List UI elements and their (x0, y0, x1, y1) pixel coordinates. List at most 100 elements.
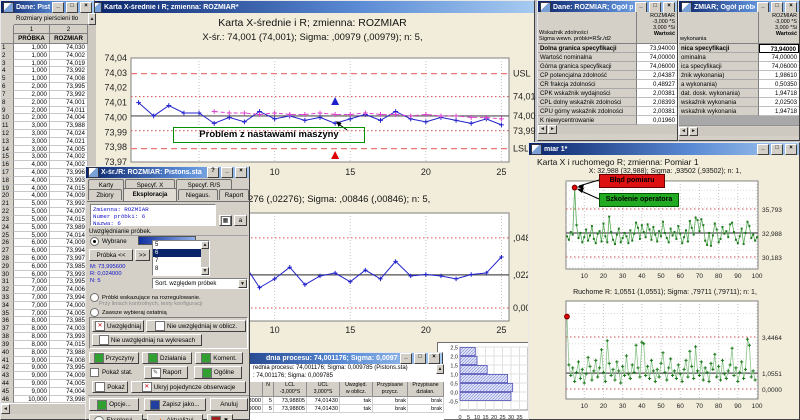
cell[interactable]: 2,000 (14, 83, 50, 91)
tab-eksploracja[interactable]: Eksploracja (123, 188, 177, 201)
cell[interactable]: 73,992 (50, 67, 88, 75)
table-row[interactable]: 51,00074,008 (1, 75, 88, 83)
cell[interactable]: 23 (1, 216, 14, 224)
data-window-titlebar[interactable]: Dane: Pistons.sta _ □ × (1, 1, 94, 13)
scroll-up-icon[interactable]: ▲ (436, 364, 444, 374)
indicator-row[interactable]: K niewycentrowanie0,01960 (538, 116, 677, 125)
process-col-header[interactable]: Przypisanedziałan. (408, 382, 444, 397)
data-table-body[interactable]: 11,00074,03021,00074,00231,00074,01941,0… (1, 44, 88, 404)
process-cell[interactable]: tak (340, 397, 373, 405)
probka-button[interactable]: Próbka << (89, 249, 133, 261)
indicator-row[interactable]: CPU górny wskaźnik zdolności2,00381 (538, 107, 677, 116)
table-row[interactable]: 245,00073,989 (1, 224, 88, 232)
indicator-value[interactable]: 2,00381 (637, 89, 677, 98)
process-cell[interactable]: 5 (263, 405, 274, 413)
sort-dropdown[interactable]: Sort. względem próbek ▼ (152, 278, 248, 289)
indicator-value[interactable]: 74,00000 (637, 53, 677, 62)
maximize-button[interactable]: □ (414, 353, 426, 364)
cell[interactable]: 2,000 (14, 99, 50, 107)
minimize-button[interactable]: _ (757, 2, 769, 13)
minimize-button[interactable]: _ (52, 2, 64, 13)
help-button[interactable]: ? (207, 167, 219, 178)
table-row[interactable]: 133,00074,021 (1, 138, 88, 146)
cap-right-hscrollbar[interactable]: ◄ ► (679, 127, 799, 136)
cell[interactable]: 73,994 (50, 294, 88, 302)
cell[interactable]: 9,000 (14, 380, 50, 388)
cell[interactable]: 74,002 (50, 161, 88, 169)
table-row[interactable]: 41,00073,992 (1, 67, 88, 75)
cell[interactable]: 4,000 (14, 192, 50, 200)
table-row[interactable]: 378,00074,003 (1, 325, 88, 333)
table-row[interactable]: 184,00073,993 (1, 177, 88, 185)
cell[interactable]: 5 (1, 75, 14, 83)
col-number-2[interactable]: 2 (50, 25, 88, 34)
cell[interactable]: 25 (1, 232, 14, 240)
tab-niegaus[interactable]: Niegaus. (178, 189, 218, 200)
cell[interactable]: 73,985 (50, 263, 88, 271)
cell[interactable]: 5,000 (14, 208, 50, 216)
window-capability-histogram[interactable]: 051015202530352,52,01,51,00,50,0-0,5 (437, 342, 530, 420)
cell[interactable]: 9,000 (14, 388, 50, 396)
cell[interactable]: 73,988 (50, 122, 88, 130)
table-row[interactable]: 286,00073,997 (1, 255, 88, 263)
maximize-button[interactable]: □ (771, 2, 783, 13)
indicator-value[interactable]: 0,01960 (637, 116, 677, 125)
cell[interactable]: 4 (1, 67, 14, 75)
scroll-right-icon[interactable]: ► (548, 125, 557, 134)
cell[interactable]: 4,000 (14, 161, 50, 169)
ukryj-button[interactable]: ✕ Ukryj pojedyncze obserwacje (131, 381, 246, 393)
indicator-value[interactable]: 2,08393 (637, 98, 677, 107)
indicator-row[interactable]: CPK wskaźnik wydajności2,00381 (538, 89, 677, 98)
indicator-value[interactable]: 74,06000 (637, 62, 677, 71)
tab-raport[interactable]: Raport (219, 189, 249, 200)
cell[interactable]: 43 (1, 372, 14, 380)
dialog-xbar-r[interactable]: X-śr./R: ROZMIAR: Pistons.sta ? _ × Kart… (85, 166, 250, 420)
cell[interactable]: 10,000 (14, 396, 50, 404)
close-button[interactable]: × (663, 2, 675, 13)
cell[interactable]: 1,000 (14, 67, 50, 75)
process-cell[interactable]: brak (373, 405, 408, 413)
scroll-left-icon[interactable]: ◄ (679, 127, 688, 136)
table-row[interactable]: 143,00074,005 (1, 146, 88, 154)
uwzgledniaj-button[interactable]: ✕ Uwzględniaj (92, 320, 144, 332)
process-cell[interactable]: 74,01430 (307, 405, 340, 413)
sample-list[interactable]: 5678 ▲ ▼ (152, 240, 210, 276)
cell[interactable]: 41 (1, 357, 14, 365)
cell[interactable]: 74,007 (50, 208, 88, 216)
close-button[interactable]: × (428, 353, 440, 364)
process-cell[interactable]: brak (373, 397, 408, 405)
indicator-value[interactable]: 1,94718 (759, 89, 799, 98)
table-row[interactable]: 4610,00073,998 (1, 396, 88, 404)
indicator-row[interactable]: wskaźnik wykonania2,02503 (679, 98, 799, 107)
window-individuals-mr-chart[interactable]: miar 1* _ □ × Karta X i ruchomego R; zmi… (528, 142, 800, 420)
indicator-row[interactable]: Górna granica specyfikacji74,06000 (538, 62, 677, 71)
graph-dropdown-button[interactable]: ▼ (207, 414, 233, 420)
minimize-button[interactable]: _ (400, 353, 412, 364)
col-name-rozmiar[interactable]: ROZMIAR (50, 34, 88, 44)
indicator-row[interactable]: CP potencjalna zdolność2,04387 (538, 71, 677, 80)
table-row[interactable]: 215,00073,992 (1, 200, 88, 208)
window-capability-left[interactable]: Dane: ROZMIAR; Ogół próbek (dosy _ □ × W… (537, 0, 678, 141)
table-row[interactable]: 225,00074,007 (1, 208, 88, 216)
cell[interactable]: 73,992 (50, 200, 88, 208)
process-col-header[interactable]: LCL-3,000*S (274, 382, 307, 397)
table-row[interactable]: 255,00074,014 (1, 232, 88, 240)
cell[interactable]: 37 (1, 325, 14, 333)
table-row[interactable]: 368,00073,985 (1, 317, 88, 325)
table-row[interactable]: 459,00074,004 (1, 388, 88, 396)
indicator-row[interactable]: a wykonania)0,50350 (679, 80, 799, 89)
indicator-value[interactable]: 74,00000 (759, 53, 799, 62)
col-name-probka[interactable]: PRÓBKA (14, 34, 50, 44)
cell[interactable]: 4,000 (14, 185, 50, 193)
minimize-button[interactable]: _ (635, 2, 647, 13)
cell[interactable]: 74,015 (50, 341, 88, 349)
dialog-titlebar[interactable]: X-śr./R: ROZMIAR: Pistons.sta ? _ × (86, 167, 249, 178)
cell[interactable]: 74,014 (50, 232, 88, 240)
indicator-row[interactable]: ominalna74,00000 (679, 53, 799, 62)
cell[interactable]: 7,000 (14, 310, 50, 318)
copy-button[interactable]: ▦ (219, 215, 232, 226)
indicator-row[interactable]: Dolna granica specyfikacji73,94000 (538, 44, 677, 53)
cell[interactable]: 74,009 (50, 372, 88, 380)
pokaz-stat-checkbox[interactable]: Pokaż stat. (90, 368, 133, 377)
cell[interactable]: 4,000 (14, 177, 50, 185)
